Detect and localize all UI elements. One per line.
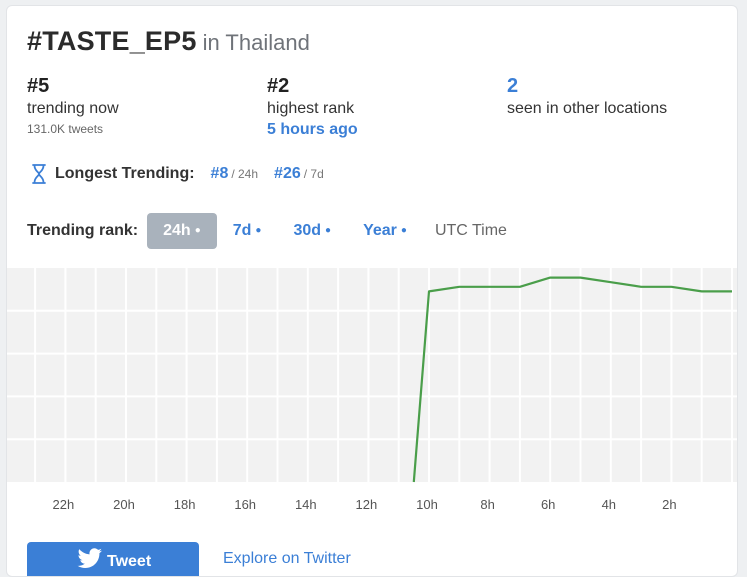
other-locations-label: seen in other locations — [507, 98, 667, 120]
other-locations-count[interactable]: 2 — [507, 74, 667, 98]
dot-icon: ● — [195, 225, 201, 236]
highest-rank-label: highest rank — [267, 98, 358, 120]
x-tick-label: 6h — [541, 497, 555, 512]
utc-time-label[interactable]: UTC Time — [435, 222, 507, 240]
tab-year[interactable]: Year ● — [347, 213, 423, 249]
dot-icon: ● — [401, 225, 407, 236]
x-tick-label: 14h — [295, 497, 317, 512]
x-tick-label: 18h — [174, 497, 196, 512]
x-tick-label: 16h — [234, 497, 256, 512]
x-tick-label: 8h — [480, 497, 494, 512]
x-tick-label: 4h — [602, 497, 616, 512]
tab-label: 30d — [293, 222, 321, 239]
tab-label: 24h — [163, 222, 191, 239]
tweet-button[interactable]: Tweet — [27, 542, 199, 577]
dot-icon: ● — [255, 225, 261, 236]
twitter-bird-icon — [77, 548, 103, 570]
x-tick-label: 10h — [416, 497, 438, 512]
highest-rank-time-link[interactable]: 5 hours ago — [267, 120, 358, 140]
hourglass-icon — [31, 164, 47, 184]
tab-label: 7d — [233, 222, 252, 239]
highest-rank: #2 — [267, 74, 358, 98]
hashtag: #TASTE_EP5 — [27, 26, 197, 56]
tab-7d[interactable]: 7d● — [217, 213, 278, 249]
x-tick-label: 22h — [53, 497, 75, 512]
x-tick-label: 20h — [113, 497, 135, 512]
location: in Thailand — [203, 30, 310, 55]
trend-card: #TASTE_EP5in Thailand #5 trending now 13… — [6, 5, 738, 577]
chart-plot-area — [7, 268, 737, 482]
longest-24h-rank[interactable]: #8 — [211, 165, 229, 183]
rank-range-selector: Trending rank: 24h● 7d● 30d● Year● UTC T… — [27, 213, 507, 249]
explore-on-twitter-link[interactable]: Explore on Twitter — [223, 550, 351, 568]
tweet-count: 131.0K tweets — [27, 120, 119, 138]
tab-30d[interactable]: 30d ● — [277, 213, 347, 249]
trending-rank-label: Trending rank: — [27, 222, 138, 240]
current-rank: #5 — [27, 74, 119, 98]
current-rank-stat: #5 trending now 131.0K tweets — [27, 74, 119, 138]
page-title: #TASTE_EP5in Thailand — [27, 26, 310, 57]
tweet-button-label: Tweet — [107, 553, 151, 571]
x-tick-label: 2h — [662, 497, 676, 512]
dot-icon: ● — [325, 225, 331, 236]
longest-7d-period: / 7d — [304, 167, 324, 181]
current-rank-label: trending now — [27, 98, 119, 120]
longest-24h-period: / 24h — [231, 167, 258, 181]
longest-trending-label: Longest Trending: — [55, 165, 195, 183]
trending-rank-chart: 22h 20h 18h 16h 14h 12h 10h 8h 6h 4h 2h — [7, 268, 737, 524]
x-tick-label: 12h — [356, 497, 378, 512]
longest-7d-rank[interactable]: #26 — [274, 165, 301, 183]
longest-trending: Longest Trending: #8 / 24h #26 / 7d — [31, 164, 324, 184]
other-locations-stat[interactable]: 2 seen in other locations — [507, 74, 667, 120]
tab-label: Year — [363, 222, 397, 239]
tab-24h[interactable]: 24h ● — [147, 213, 217, 249]
highest-rank-stat: #2 highest rank 5 hours ago — [267, 74, 358, 140]
